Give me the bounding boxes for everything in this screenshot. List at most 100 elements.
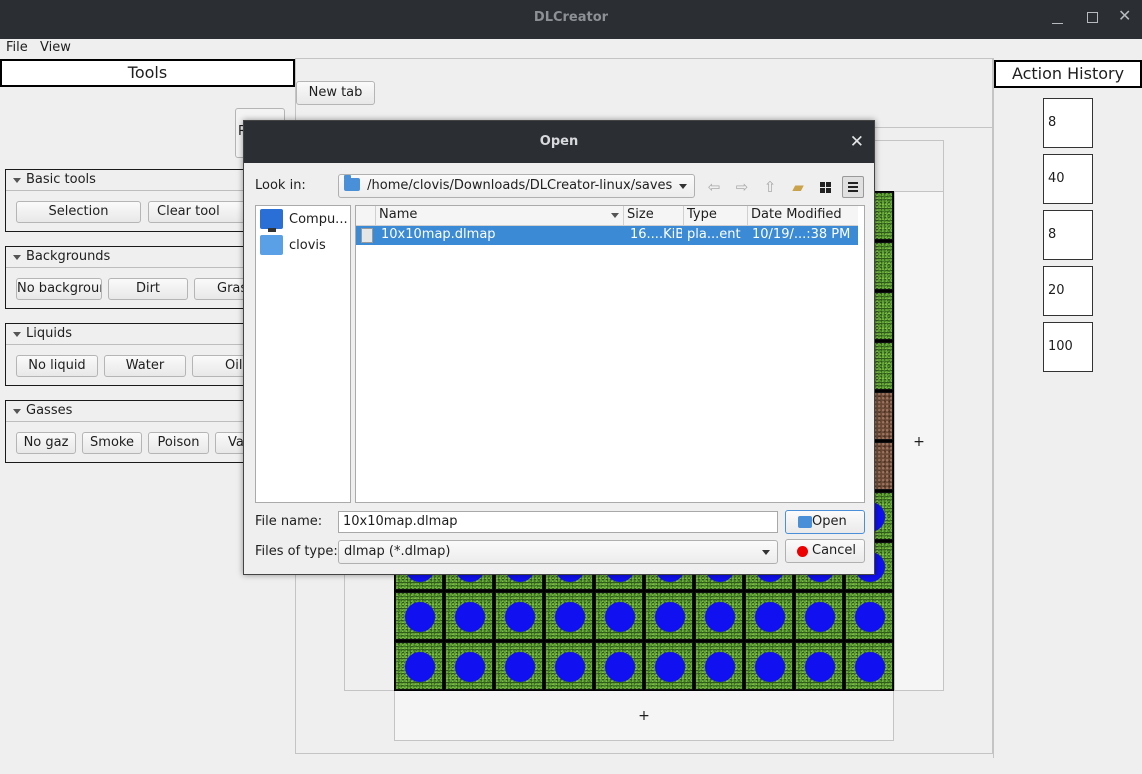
menu-file[interactable]: File	[6, 40, 28, 55]
map-cell[interactable]	[745, 642, 793, 690]
history-item[interactable]: 40	[1043, 154, 1093, 204]
places-sidebar: Compu... clovis	[255, 205, 351, 503]
cancel-icon	[797, 546, 808, 557]
menu-bar: File View	[0, 39, 1142, 57]
map-cell[interactable]	[495, 592, 543, 640]
water-tile-icon	[655, 652, 685, 682]
chevron-down-icon	[679, 184, 687, 189]
no-background-button[interactable]: No background	[16, 278, 102, 300]
parent-directory-icon[interactable]: ⇧	[760, 177, 780, 197]
file-icon	[361, 228, 373, 243]
close-window-icon[interactable]: ✕	[1118, 8, 1134, 24]
group-title[interactable]: Liquids	[6, 324, 264, 345]
water-tile-icon	[505, 602, 535, 632]
selection-button[interactable]: Selection	[16, 201, 141, 223]
water-tile-icon	[455, 652, 485, 682]
column-name[interactable]: Name	[376, 206, 624, 226]
map-cell[interactable]	[745, 592, 793, 640]
forward-icon[interactable]: ⇨	[732, 177, 752, 197]
water-tile-icon	[855, 652, 885, 682]
group-basic-tools: Basic tools Selection Clear tool	[5, 169, 266, 232]
water-tile-icon	[605, 652, 635, 682]
dirt-button[interactable]: Dirt	[108, 278, 188, 300]
open-button[interactable]: Open	[785, 510, 865, 534]
file-type-combo[interactable]: dlmap (*.dlmap)	[338, 540, 778, 564]
water-tile-icon	[855, 602, 885, 632]
window-titlebar: DLCreator ✕	[0, 0, 1142, 39]
folder-open-icon	[798, 516, 812, 528]
map-cell[interactable]	[695, 592, 743, 640]
maximize-icon[interactable]	[1085, 10, 1101, 26]
map-cell[interactable]	[845, 642, 893, 690]
file-name-input[interactable]: 10x10map.dlmap	[338, 511, 778, 533]
group-title[interactable]: Basic tools	[6, 170, 264, 191]
place-label: clovis	[289, 238, 326, 253]
map-cell[interactable]	[645, 642, 693, 690]
water-tile-icon	[705, 652, 735, 682]
map-cell[interactable]	[845, 592, 893, 640]
map-cell[interactable]	[595, 642, 643, 690]
back-icon[interactable]: ⇦	[704, 177, 724, 197]
water-tile-icon	[555, 602, 585, 632]
icon-view-icon[interactable]	[814, 176, 836, 198]
group-backgrounds: Backgrounds No background Dirt Grass	[5, 246, 266, 309]
water-tile-icon	[655, 602, 685, 632]
map-cell[interactable]	[445, 592, 493, 640]
file-name-label: File name:	[255, 514, 323, 529]
map-cell[interactable]	[795, 642, 843, 690]
window-title: DLCreator	[533, 10, 609, 25]
look-in-combo[interactable]: /home/clovis/Downloads/DLCreator-linux/s…	[338, 174, 695, 198]
smoke-button[interactable]: Smoke	[82, 432, 142, 454]
map-cell[interactable]	[545, 592, 593, 640]
add-column-button[interactable]: +	[894, 191, 944, 691]
water-tile-icon	[555, 652, 585, 682]
water-button[interactable]: Water	[104, 355, 186, 377]
water-tile-icon	[755, 602, 785, 632]
group-title[interactable]: Backgrounds	[6, 247, 264, 268]
new-folder-icon[interactable]: ▰	[788, 177, 808, 197]
no-liquid-button[interactable]: No liquid	[16, 355, 98, 377]
group-title[interactable]: Gasses	[6, 401, 264, 422]
computer-icon	[260, 209, 283, 232]
dialog-title: Open	[539, 134, 579, 149]
history-header: Action History	[994, 60, 1142, 88]
map-cell[interactable]	[795, 592, 843, 640]
water-tile-icon	[405, 652, 435, 682]
dialog-titlebar: Open ✕	[244, 121, 874, 163]
place-computer[interactable]: Compu...	[259, 208, 351, 232]
map-cell[interactable]	[495, 642, 543, 690]
map-cell[interactable]	[445, 642, 493, 690]
menu-view[interactable]: View	[40, 40, 71, 55]
map-cell[interactable]	[395, 642, 443, 690]
column-type[interactable]: Type	[684, 206, 748, 226]
history-item[interactable]: 8	[1043, 98, 1093, 148]
folder-icon	[344, 175, 360, 191]
map-cell[interactable]	[645, 592, 693, 640]
cancel-button[interactable]: Cancel	[785, 539, 865, 563]
detail-view-icon[interactable]	[842, 176, 864, 198]
dialog-close-icon[interactable]: ✕	[850, 121, 864, 163]
place-home[interactable]: clovis	[259, 234, 351, 258]
minimize-icon[interactable]	[1050, 10, 1066, 26]
add-row-button[interactable]: +	[394, 690, 894, 741]
map-cell[interactable]	[595, 592, 643, 640]
file-row[interactable]: 10x10map.dlmap 16....KiB pla...ent 10/19…	[356, 226, 858, 245]
history-item[interactable]: 20	[1043, 266, 1093, 316]
map-cell[interactable]	[545, 642, 593, 690]
place-label: Compu...	[289, 212, 348, 227]
new-tab-button[interactable]: New tab	[296, 81, 375, 105]
water-tile-icon	[405, 602, 435, 632]
no-gaz-button[interactable]: No gaz	[16, 432, 76, 454]
water-tile-icon	[705, 602, 735, 632]
map-cell[interactable]	[695, 642, 743, 690]
history-item[interactable]: 100	[1043, 322, 1093, 372]
folder-icon	[260, 235, 283, 255]
map-cell[interactable]	[395, 592, 443, 640]
column-date[interactable]: Date Modified	[748, 206, 858, 226]
history-item[interactable]: 8	[1043, 210, 1093, 260]
file-size: 16....KiB	[630, 227, 682, 242]
file-type-value: dlmap (*.dlmap)	[344, 544, 451, 559]
tools-header: Tools	[0, 59, 295, 87]
column-size[interactable]: Size	[624, 206, 684, 226]
poison-button[interactable]: Poison	[148, 432, 209, 454]
